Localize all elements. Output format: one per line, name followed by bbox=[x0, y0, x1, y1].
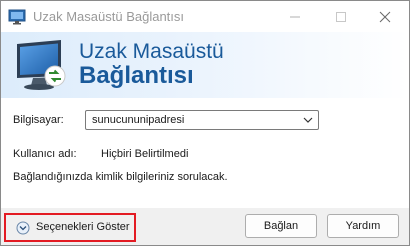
remote-desktop-window: Uzak Masaüstü Bağlantısı Uzak Masaüstü B… bbox=[0, 0, 410, 246]
remote-desktop-app-icon bbox=[8, 9, 26, 25]
help-button[interactable]: Yardım bbox=[327, 214, 399, 238]
dialog-footer: Seçenekleri Göster Bağlan Yardım bbox=[1, 208, 409, 245]
banner-title-line2: Bağlantısı bbox=[79, 62, 194, 89]
close-icon[interactable] bbox=[365, 5, 405, 29]
connection-form: Bilgisayar: sunucununipadresi Kullanıcı … bbox=[1, 98, 409, 208]
computer-label: Bilgisayar: bbox=[13, 114, 64, 126]
show-options-label[interactable]: Seçenekleri Göster bbox=[36, 221, 130, 233]
maximize-icon[interactable] bbox=[321, 5, 361, 29]
user-name-label: Kullanıcı adı: bbox=[13, 148, 77, 160]
remote-desktop-icon bbox=[17, 40, 66, 90]
connect-button[interactable]: Bağlan bbox=[245, 214, 317, 238]
user-name-value: Hiçbiri Belirtilmedi bbox=[101, 148, 189, 160]
computer-combobox[interactable]: sunucununipadresi bbox=[85, 110, 319, 130]
computer-combobox-value[interactable]: sunucununipadresi bbox=[92, 114, 184, 126]
header-banner: Uzak Masaüstü Bağlantısı bbox=[1, 32, 409, 98]
title-bar[interactable]: Uzak Masaüstü Bağlantısı bbox=[1, 1, 409, 32]
show-options-button[interactable]: Seçenekleri Göster bbox=[4, 213, 136, 242]
chevron-down-icon[interactable] bbox=[303, 116, 313, 124]
window-title: Uzak Masaüstü Bağlantısı bbox=[33, 9, 185, 24]
credentials-info-text: Bağlandığınızda kimlik bilgileriniz soru… bbox=[13, 171, 228, 183]
minimize-icon[interactable] bbox=[275, 5, 315, 29]
expand-circle-icon[interactable] bbox=[16, 221, 30, 235]
banner-title-line1: Uzak Masaüstü bbox=[79, 40, 224, 63]
